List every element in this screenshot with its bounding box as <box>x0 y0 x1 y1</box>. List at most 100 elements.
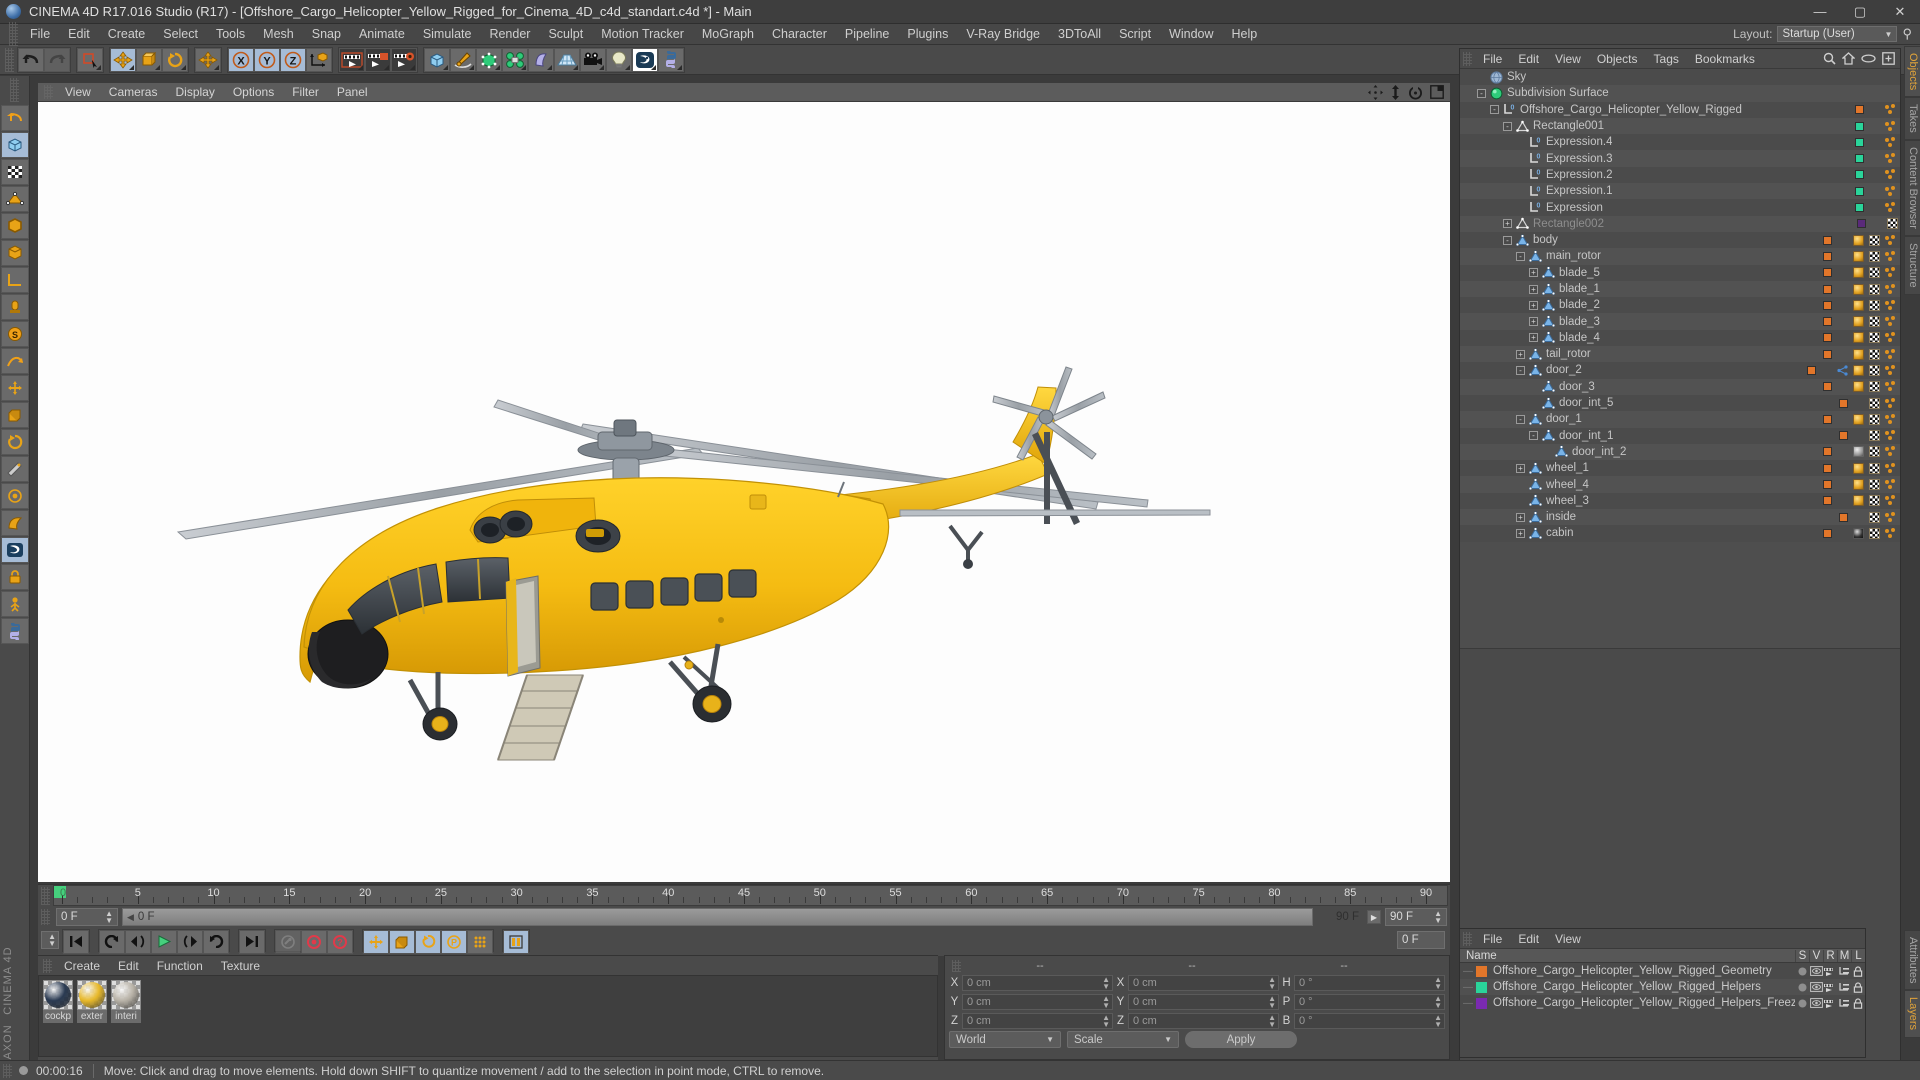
coordinate-rotation-h-field[interactable]: 0 ° ▲ ▼ <box>1294 974 1445 991</box>
dots-tag-icon[interactable] <box>1885 397 1898 409</box>
material-tag-icon[interactable] <box>1853 527 1864 539</box>
layer-color-tag[interactable] <box>1823 349 1832 359</box>
coordinate-space-dropdown[interactable]: World ▼ <box>949 1031 1061 1048</box>
object-tree-row[interactable]: door_3 <box>1460 378 1900 395</box>
spinner-icon[interactable]: ▲ ▼ <box>48 933 56 948</box>
layer-color-tag[interactable] <box>1823 300 1832 310</box>
object-tree-row[interactable]: - Subdivision Surface <box>1460 85 1900 102</box>
material-swatch[interactable]: cockp <box>43 980 73 1052</box>
object-tree-row[interactable]: 0 Expression.1 <box>1460 183 1900 200</box>
dots-tag-icon[interactable] <box>1885 185 1898 197</box>
object-tree-row[interactable]: - door_int_1 <box>1460 427 1900 444</box>
redo-button[interactable] <box>44 47 70 72</box>
live-selection-tool[interactable] <box>77 47 103 72</box>
layer-render-toggle[interactable] <box>1823 982 1837 992</box>
undo-button[interactable] <box>18 47 44 72</box>
layer-visible-toggle[interactable] <box>1809 982 1823 992</box>
viewport-menu-cameras[interactable]: Cameras <box>100 85 167 99</box>
add-spline-button[interactable] <box>450 47 476 72</box>
tab-objects[interactable]: Objects <box>1904 46 1920 98</box>
material-swatch[interactable]: exter <box>77 980 107 1052</box>
object-tree-row[interactable]: - door_1 <box>1460 411 1900 428</box>
new-window-icon[interactable] <box>1882 52 1895 65</box>
layer-lock-toggle[interactable] <box>1851 965 1865 977</box>
dots-tag-icon[interactable] <box>1885 462 1898 474</box>
spinner-icon[interactable]: ▲ ▼ <box>1268 975 1278 990</box>
object-tree-row[interactable]: wheel_4 <box>1460 476 1900 493</box>
dots-tag-icon[interactable] <box>1885 446 1898 457</box>
layer-visible-toggle[interactable] <box>1809 998 1823 1008</box>
layer-color-tag[interactable] <box>1823 480 1832 490</box>
spinner-icon[interactable]: ▲ ▼ <box>105 910 113 925</box>
brush-tool-button[interactable] <box>1 483 29 509</box>
collapse-toggle-icon[interactable]: - <box>1516 251 1525 261</box>
layer-color-tag[interactable] <box>1823 447 1832 457</box>
texture-tag-icon[interactable] <box>1869 381 1880 393</box>
menu-grip[interactable] <box>9 22 18 46</box>
object-menu-tags[interactable]: Tags <box>1646 52 1687 66</box>
scale-key-button[interactable] <box>389 929 415 954</box>
tab-attributes[interactable]: Attributes <box>1904 930 1920 991</box>
loop-button[interactable] <box>203 929 229 954</box>
tab-takes[interactable]: Takes <box>1904 97 1920 141</box>
layer-color-swatch[interactable] <box>1476 965 1487 977</box>
spinner-icon[interactable]: ▲ ▼ <box>1268 1013 1278 1028</box>
layer-visible-toggle[interactable] <box>1809 966 1823 976</box>
material-tag-icon[interactable] <box>1853 446 1864 458</box>
viewport-menu-options[interactable]: Options <box>224 85 283 99</box>
material-tag-icon[interactable] <box>1853 332 1864 344</box>
add-cube-button[interactable] <box>424 47 450 72</box>
coordinate-size-z-field[interactable]: 0 cm ▲ ▼ <box>1128 1012 1279 1029</box>
coordinate-position-z-field[interactable]: 0 cm ▲ ▼ <box>962 1012 1113 1029</box>
object-menu-edit[interactable]: Edit <box>1510 52 1547 66</box>
object-tree-row[interactable]: + blade_5 <box>1460 264 1900 281</box>
texture-tag-icon[interactable] <box>1869 332 1880 344</box>
menu-window[interactable]: Window <box>1160 24 1222 45</box>
material-swatch-area[interactable]: cockp exter interi <box>38 975 938 1057</box>
rotation-key-button[interactable] <box>415 929 441 954</box>
menu-animate[interactable]: Animate <box>350 24 414 45</box>
object-manager-grip[interactable] <box>1463 51 1472 66</box>
menu-pipeline[interactable]: Pipeline <box>836 24 898 45</box>
layer-lock-toggle[interactable] <box>1851 997 1865 1009</box>
move-axis-tool[interactable] <box>195 47 221 72</box>
layer-row[interactable]: — Offshore_Cargo_Helicopter_Yellow_Rigged… <box>1460 995 1865 1011</box>
material-tag-icon[interactable] <box>1853 462 1864 474</box>
texture-tag-icon[interactable] <box>1869 430 1880 442</box>
object-tree-row[interactable]: + cabin <box>1460 525 1900 542</box>
maxon-logo-button[interactable] <box>1 537 29 563</box>
expand-toggle-icon[interactable]: + <box>1529 284 1538 294</box>
vray-button[interactable] <box>632 47 658 72</box>
layer-manager-grip[interactable] <box>1463 931 1472 946</box>
scrub-right-arrow-icon[interactable]: ▶ <box>1367 910 1381 924</box>
layer-menu-view[interactable]: View <box>1547 932 1589 946</box>
record-button[interactable] <box>301 929 327 954</box>
material-tag-icon[interactable] <box>1853 495 1864 507</box>
edges-mode-button[interactable] <box>1 213 29 239</box>
menu-tools[interactable]: Tools <box>207 24 254 45</box>
layer-solo-toggle[interactable] <box>1795 966 1809 977</box>
dots-tag-icon[interactable] <box>1885 169 1898 180</box>
home-icon[interactable] <box>1842 52 1855 65</box>
current-frame-field[interactable]: 0 F ▲ ▼ <box>56 908 118 926</box>
layer-manager-toggle[interactable] <box>1837 982 1851 992</box>
layer-color-tag[interactable] <box>1823 284 1832 294</box>
points-mode-button[interactable] <box>1 186 29 212</box>
expand-toggle-icon[interactable]: + <box>1516 463 1525 473</box>
material-tag-icon[interactable] <box>1853 250 1864 262</box>
layer-color-tag[interactable] <box>1823 382 1832 392</box>
material-tag-icon[interactable] <box>1853 234 1864 246</box>
object-tree-row[interactable]: 0 Expression.3 <box>1460 150 1900 167</box>
menu-mograph[interactable]: MoGraph <box>693 24 763 45</box>
right-frame-box[interactable]: 0 F <box>1397 931 1445 949</box>
dots-tag-icon[interactable] <box>1885 364 1898 376</box>
layer-color-swatch[interactable] <box>1476 981 1487 993</box>
object-tree-row[interactable]: - 0 Offshore_Cargo_Helicopter_Yellow_Rigge… <box>1460 101 1900 118</box>
menu-snap[interactable]: Snap <box>303 24 350 45</box>
menu-3dtoall[interactable]: 3DToAll <box>1049 24 1110 45</box>
menu-motion-tracker[interactable]: Motion Tracker <box>592 24 693 45</box>
snap-toggle-button[interactable]: S <box>1 321 29 347</box>
dots-tag-icon[interactable] <box>1885 381 1898 392</box>
model-mode-button[interactable] <box>1 132 29 158</box>
layer-color-tag[interactable] <box>1855 137 1864 147</box>
